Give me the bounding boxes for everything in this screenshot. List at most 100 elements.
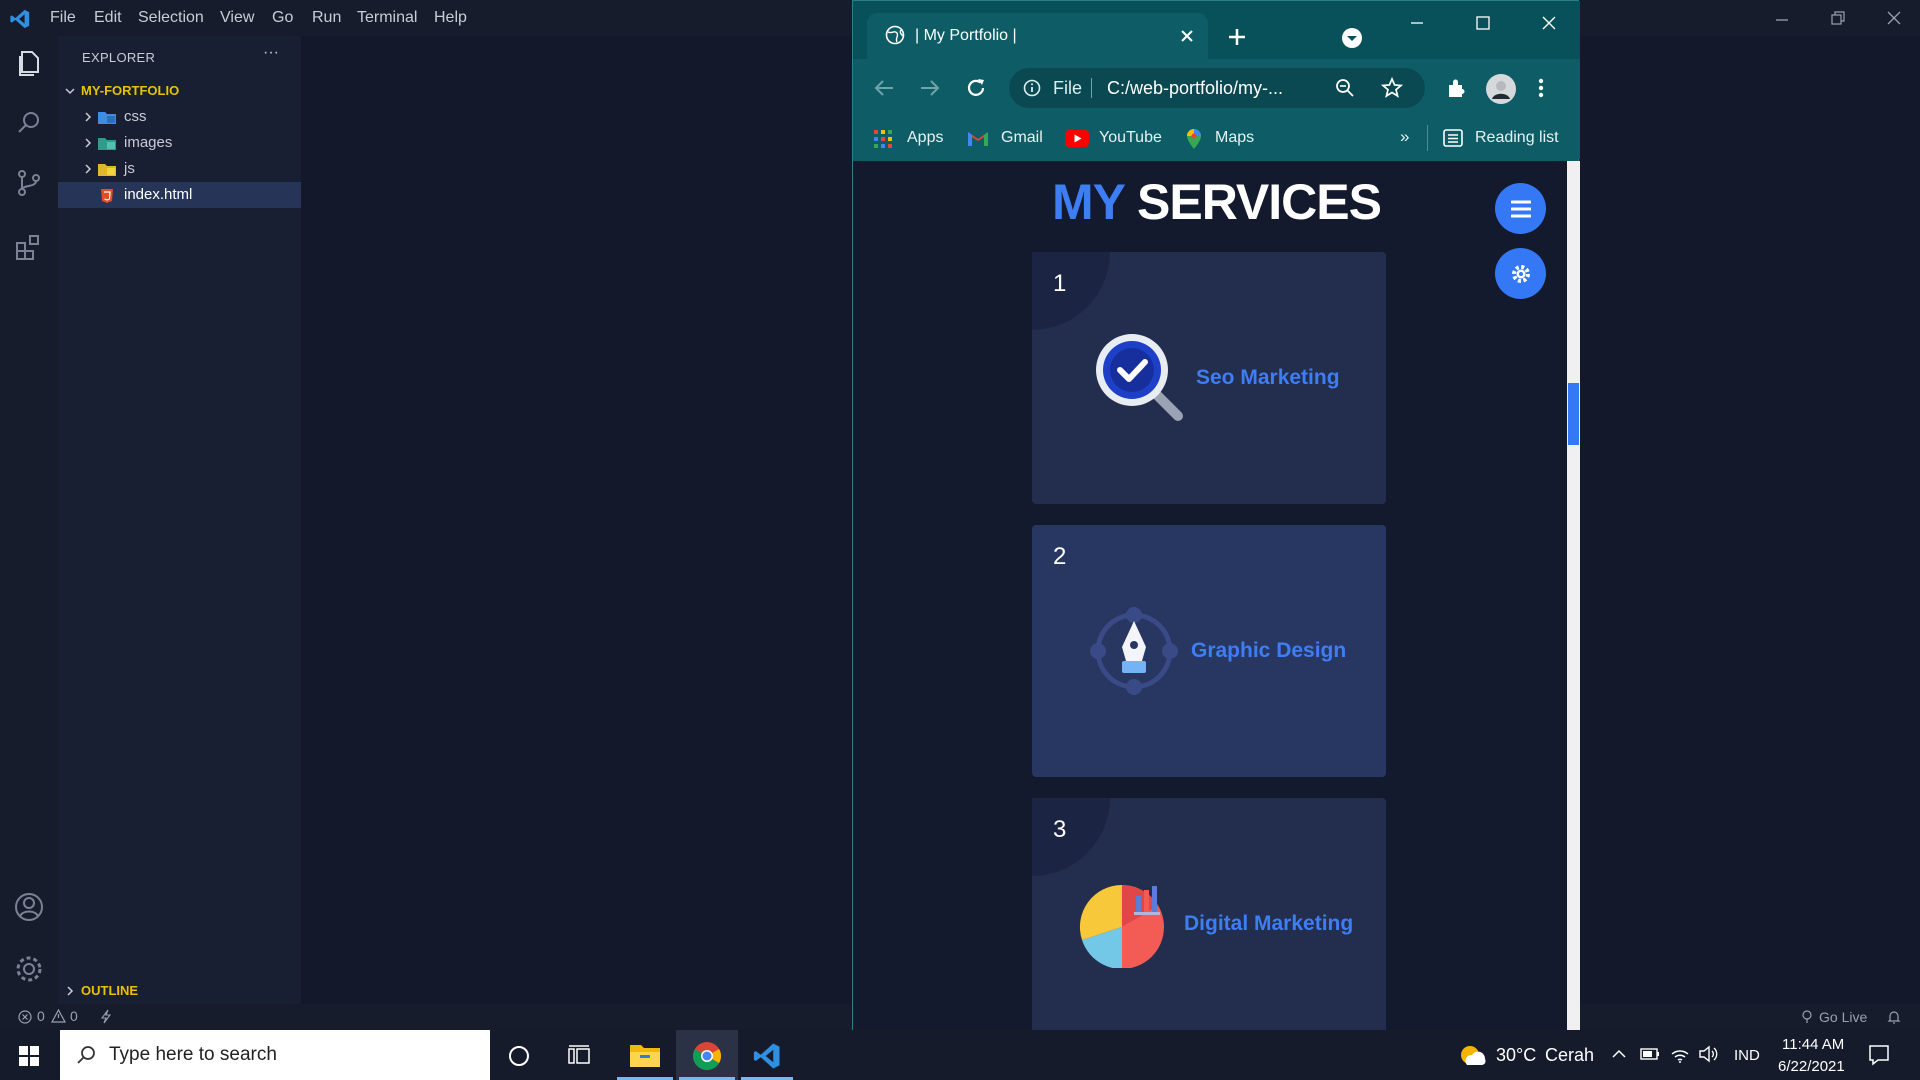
weather-icon[interactable] xyxy=(1458,1043,1486,1067)
close-icon[interactable] xyxy=(1886,10,1902,26)
apps-grid-icon xyxy=(874,130,892,148)
service-card[interactable]: 1 Seo Marketing xyxy=(1032,252,1386,504)
clock-date[interactable]: 6/22/2021 xyxy=(1778,1058,1845,1075)
chevron-down-icon xyxy=(65,88,75,95)
info-icon[interactable] xyxy=(1023,79,1041,97)
menu-run[interactable]: Run xyxy=(312,0,341,36)
reload-icon[interactable] xyxy=(965,77,987,99)
explorer-sidebar: EXPLORER ··· MY-FORTFOLIO css images js … xyxy=(58,36,301,979)
kebab-menu-icon[interactable] xyxy=(1536,77,1546,99)
menu-go[interactable]: Go xyxy=(272,0,293,36)
chevron-right-icon xyxy=(85,164,92,174)
file-explorer-icon xyxy=(630,1045,660,1067)
windows-start-icon[interactable] xyxy=(19,1046,39,1066)
browser-tab[interactable]: | My Portfolio | xyxy=(867,13,1208,59)
back-arrow-icon[interactable] xyxy=(873,77,895,99)
browser-toolbar: File C:/web-portfolio/my-... xyxy=(853,59,1580,117)
input-language[interactable]: IND xyxy=(1734,1047,1760,1064)
chrome-icon xyxy=(693,1042,721,1070)
windows-taskbar: Type here to search 30°C Cerah IND 11:44… xyxy=(0,1030,1920,1080)
project-root[interactable]: MY-FORTFOLIO xyxy=(58,78,301,104)
source-control-icon[interactable] xyxy=(12,166,46,200)
menu-file[interactable]: File xyxy=(50,0,76,36)
reading-list-label: Reading list xyxy=(1475,129,1559,146)
manage-gear-icon[interactable] xyxy=(12,952,46,986)
service-number: 3 xyxy=(1053,816,1067,843)
new-tab-plus-icon[interactable] xyxy=(1227,27,1247,47)
bookmark-label: Maps xyxy=(1215,129,1255,146)
gmail-icon xyxy=(968,132,988,146)
cortana-icon[interactable] xyxy=(508,1045,530,1067)
volume-icon[interactable] xyxy=(1698,1045,1718,1063)
menu-edit[interactable]: Edit xyxy=(94,0,122,36)
explorer-files-icon[interactable] xyxy=(12,46,46,80)
chevron-right-icon xyxy=(85,138,92,148)
service-number: 2 xyxy=(1053,543,1067,570)
html5-file-icon xyxy=(101,189,113,203)
profile-avatar-icon[interactable] xyxy=(1485,73,1517,105)
globe-icon xyxy=(885,25,905,45)
menu-terminal[interactable]: Terminal xyxy=(357,0,417,36)
accounts-icon[interactable] xyxy=(12,890,46,924)
weather-desc[interactable]: Cerah xyxy=(1545,1045,1594,1066)
error-count[interactable]: 0 xyxy=(37,1008,45,1024)
warning-count[interactable]: 0 xyxy=(70,1008,78,1024)
tree-label: js xyxy=(124,160,135,177)
tree-item-js[interactable]: js xyxy=(58,156,301,182)
task-view-icon[interactable] xyxy=(568,1045,590,1067)
tree-item-index-html[interactable]: index.html xyxy=(58,182,301,208)
tab-close-icon[interactable] xyxy=(1180,29,1194,43)
extensions-puzzle-icon[interactable] xyxy=(1445,77,1467,99)
outline-section[interactable]: OUTLINE xyxy=(58,979,301,1004)
menu-view[interactable]: View xyxy=(220,0,254,36)
bookmarks-overflow-button[interactable]: » xyxy=(1400,127,1409,147)
warning-icon[interactable] xyxy=(51,1009,66,1023)
maps-icon xyxy=(1187,129,1201,149)
minimize-icon[interactable] xyxy=(1774,12,1790,28)
error-icon[interactable] xyxy=(18,1010,32,1024)
battery-icon[interactable] xyxy=(1640,1047,1660,1061)
service-card[interactable]: 3 Digital Marketing xyxy=(1032,798,1386,1031)
page-scrollbar-track[interactable] xyxy=(1567,161,1580,1031)
menu-help[interactable]: Help xyxy=(434,0,467,36)
extensions-icon[interactable] xyxy=(12,230,46,264)
taskbar-chrome[interactable] xyxy=(676,1030,738,1080)
service-card[interactable]: 2 Graphic Design xyxy=(1032,525,1386,777)
taskbar-search-box[interactable]: Type here to search xyxy=(60,1030,490,1080)
menu-selection[interactable]: Selection xyxy=(138,0,204,36)
wifi-icon[interactable] xyxy=(1670,1045,1690,1063)
page-scrollbar-thumb[interactable] xyxy=(1568,383,1579,445)
zoom-icon[interactable] xyxy=(1335,78,1355,98)
go-live-button[interactable]: Go Live xyxy=(1819,1009,1867,1025)
close-window-icon[interactable] xyxy=(1541,15,1557,31)
theme-settings-button[interactable] xyxy=(1495,248,1546,299)
tree-item-css[interactable]: css xyxy=(58,104,301,130)
minimize-icon[interactable] xyxy=(1409,15,1425,31)
search-icon[interactable] xyxy=(12,106,46,140)
maximize-icon[interactable] xyxy=(1475,15,1491,31)
taskbar-file-explorer[interactable] xyxy=(614,1030,676,1080)
action-center-icon[interactable] xyxy=(1868,1044,1890,1066)
chevron-up-icon[interactable] xyxy=(1611,1048,1627,1060)
go-live-icon[interactable] xyxy=(1800,1009,1814,1024)
lightning-icon[interactable] xyxy=(100,1009,112,1024)
weather-temp[interactable]: 30°C xyxy=(1496,1045,1536,1066)
search-icon xyxy=(77,1046,95,1064)
tree-item-images[interactable]: images xyxy=(58,130,301,156)
url-text[interactable]: C:/web-portfolio/my-... xyxy=(1107,78,1283,99)
taskbar-vscode[interactable] xyxy=(738,1030,796,1080)
forward-arrow-icon[interactable] xyxy=(919,77,941,99)
activity-bar xyxy=(0,36,58,1004)
bookmark-label: Gmail xyxy=(1001,129,1043,146)
clock-time[interactable]: 11:44 AM xyxy=(1782,1036,1844,1053)
explorer-more-button[interactable]: ··· xyxy=(263,44,279,62)
service-number: 1 xyxy=(1053,270,1067,297)
bookmark-star-icon[interactable] xyxy=(1381,77,1403,99)
address-bar[interactable]: File C:/web-portfolio/my-... xyxy=(1009,68,1425,108)
notifications-bell-icon[interactable] xyxy=(1887,1009,1901,1024)
vscode-logo-icon xyxy=(10,9,30,29)
restore-icon[interactable] xyxy=(1830,10,1846,26)
bookmarks-bar: Apps Gmail YouTube Maps » Reading list xyxy=(853,117,1580,159)
tab-search-icon[interactable] xyxy=(1341,27,1363,49)
menu-toggle-button[interactable] xyxy=(1495,183,1546,234)
